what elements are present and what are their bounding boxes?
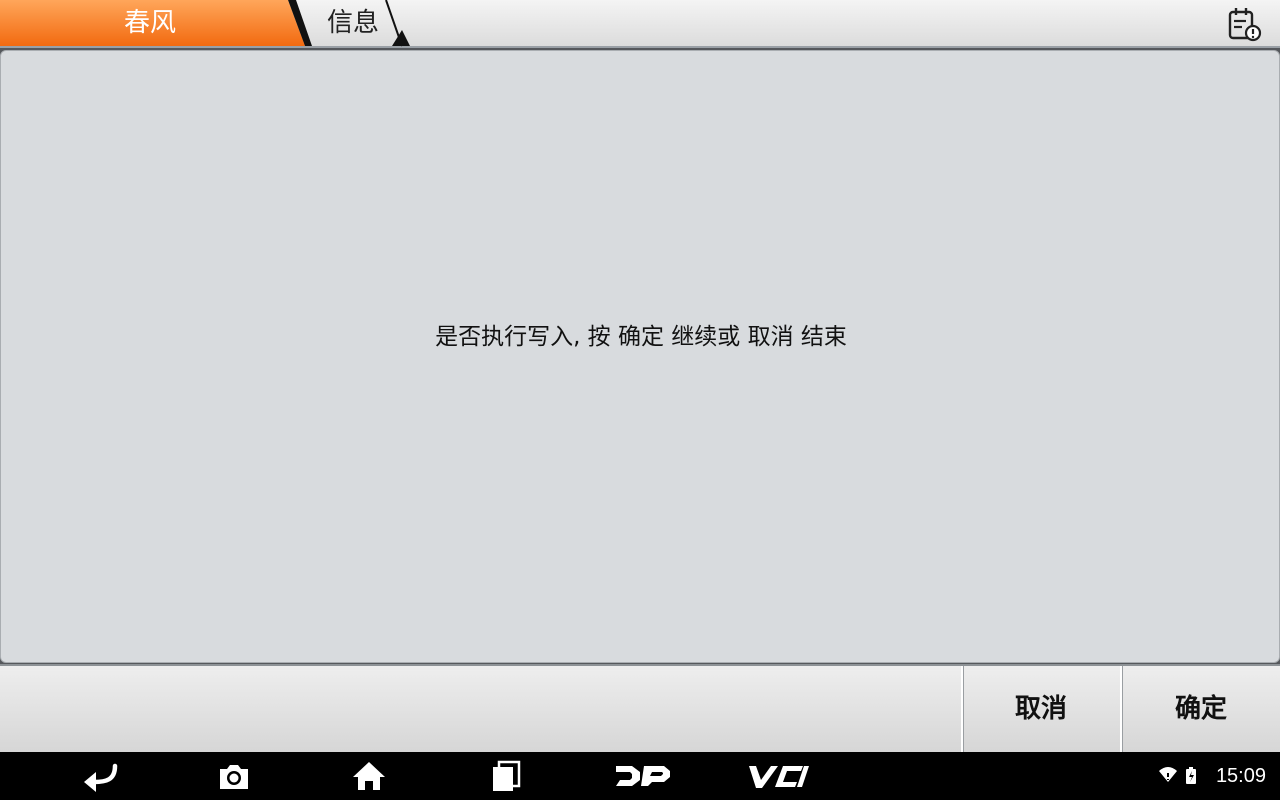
dialog-panel: 是否执行写入, 按 确定 继续或 取消 结束 [0,50,1280,663]
back-icon[interactable] [80,760,120,792]
header-bar: 春风 信息 [0,0,1280,48]
system-nav-bar: 15:09 [0,752,1280,800]
app-screen: 春风 信息 是否执行写入, 按 确定 继续或 取消 结束 取消 确定 15:09 [0,0,1280,800]
battery-icon [1186,767,1196,784]
status-icons [1159,767,1196,784]
recent-apps-icon[interactable] [490,760,522,792]
action-bar: 取消 确定 [0,664,1280,752]
status-time: 15:09 [1215,765,1266,787]
breadcrumb-item-2[interactable]: 信息 [300,0,406,46]
breadcrumb-item-1[interactable]: 春风 [0,0,300,46]
dp-logo-icon[interactable] [612,760,672,792]
cancel-button[interactable]: 取消 [961,666,1119,752]
vci-icon[interactable] [746,760,810,792]
report-calendar-button[interactable] [1226,6,1262,42]
dialog-message: 是否执行写入, 按 确定 继续或 取消 结束 [435,324,847,350]
confirm-button[interactable]: 确定 [1120,666,1280,752]
breadcrumb: 春风 信息 [0,0,420,48]
home-icon[interactable] [352,760,386,792]
report-calendar-icon [1228,8,1262,42]
wifi-icon [1159,767,1177,782]
screenshot-camera-icon[interactable] [217,760,251,792]
